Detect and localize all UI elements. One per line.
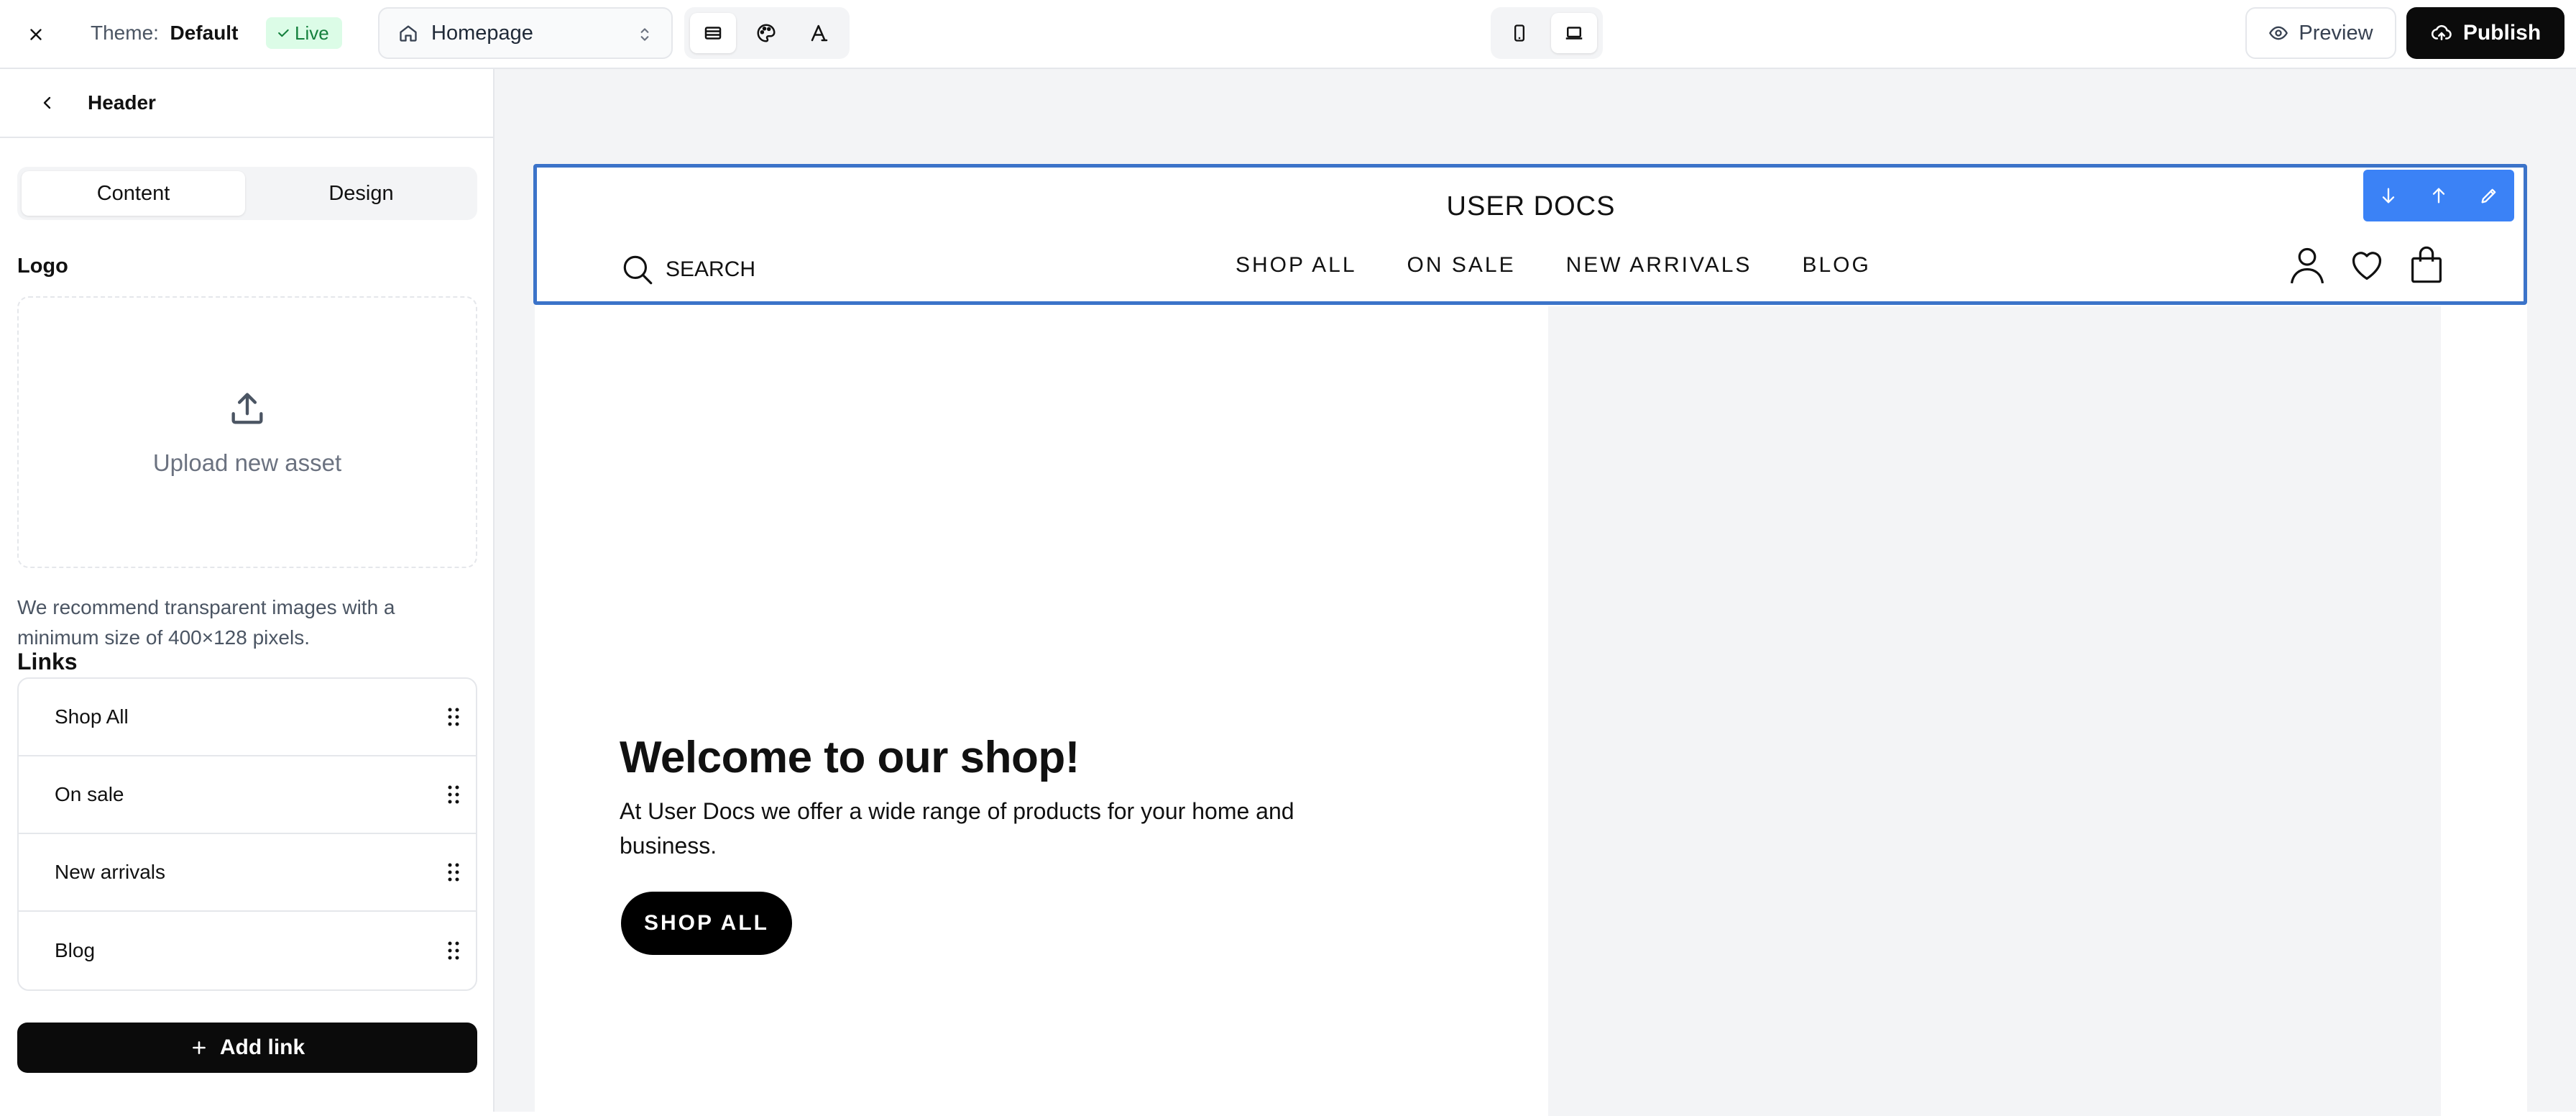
publish-button[interactable]: Publish	[2406, 7, 2564, 59]
edit-section-button[interactable]	[2467, 174, 2511, 217]
eye-icon	[2269, 26, 2288, 40]
tab-design[interactable]: Design	[249, 171, 473, 216]
live-status-badge: Live	[266, 17, 342, 49]
back-button[interactable]	[32, 87, 63, 119]
search-icon	[623, 255, 653, 285]
site-header-icons	[2288, 244, 2445, 285]
check-icon	[278, 29, 289, 37]
hero-image-placeholder	[1548, 306, 2441, 1116]
chevron-up-down-icon	[640, 28, 649, 41]
link-item[interactable]: On sale	[19, 756, 476, 834]
sidebar-header: Header	[0, 69, 493, 138]
account-icon[interactable]	[2288, 244, 2326, 285]
site-search[interactable]: SEARCH	[620, 252, 755, 288]
hero-shop-all-button[interactable]: SHOP ALL	[621, 892, 792, 955]
preview-button[interactable]: Preview	[2245, 7, 2396, 59]
theme-label: Theme: Default	[91, 22, 239, 44]
logo-section-label: Logo	[17, 255, 68, 278]
mobile-icon	[1514, 24, 1524, 42]
page-select[interactable]: Homepage	[378, 7, 673, 59]
link-item-label: On sale	[55, 783, 124, 805]
site-search-label: SEARCH	[666, 257, 756, 281]
device-toggle	[1491, 7, 1603, 59]
selection-outline	[533, 164, 2527, 305]
chevron-left-icon	[43, 96, 51, 109]
arrow-up-icon	[2432, 188, 2445, 203]
layout-icon	[704, 27, 722, 40]
move-down-button[interactable]	[2367, 174, 2410, 217]
sidebar-title: Header	[88, 91, 156, 114]
close-editor-button[interactable]	[20, 19, 52, 50]
settings-sidebar: Header Content Design Logo Upload new as…	[0, 69, 494, 1112]
content-design-tabs: Content Design	[17, 167, 477, 220]
typography-tool-button[interactable]	[796, 13, 842, 53]
cloud-upload-icon	[2431, 24, 2452, 40]
site-logo-text: USER DOCS	[1446, 191, 1616, 221]
laptop-icon	[1565, 27, 1583, 40]
add-link-button[interactable]: Add link	[17, 1023, 477, 1073]
drag-handle-icon[interactable]	[446, 784, 461, 805]
link-item-label: Shop All	[55, 705, 129, 728]
plus-icon	[192, 1041, 206, 1054]
heart-icon[interactable]	[2347, 246, 2386, 283]
site-nav-blog[interactable]: BLOG	[1802, 253, 1870, 278]
top-bar: Theme: Default Live Homepage Preview Pub…	[0, 0, 2576, 69]
bag-icon[interactable]	[2408, 244, 2445, 285]
site-nav-new-arrivals[interactable]: NEW ARRIVALS	[1566, 253, 1752, 278]
tab-content[interactable]: Content	[22, 171, 245, 216]
links-list: Shop All On sale New arrivals Blog	[17, 677, 477, 991]
site-nav-on-sale[interactable]: ON SALE	[1407, 253, 1516, 278]
sections-tool-button[interactable]	[690, 13, 736, 53]
site-nav: SHOP ALL ON SALE NEW ARRIVALS BLOG	[1236, 253, 1871, 278]
pencil-icon	[2481, 188, 2496, 203]
close-icon	[30, 29, 42, 40]
palette-icon	[757, 24, 776, 42]
links-section-label: Links	[17, 649, 78, 674]
mobile-view-button[interactable]	[1496, 13, 1542, 53]
drag-handle-icon[interactable]	[446, 940, 461, 961]
site-preview: USER DOCS SEARCH SHOP ALL ON SALE NEW AR…	[533, 164, 2527, 1116]
upload-icon	[231, 393, 263, 424]
theme-name: Default	[170, 22, 239, 44]
page-select-value: Homepage	[431, 21, 533, 45]
drag-handle-icon[interactable]	[446, 706, 461, 728]
move-up-button[interactable]	[2417, 174, 2460, 217]
upload-label: Upload new asset	[152, 449, 342, 476]
desktop-view-button[interactable]	[1551, 13, 1597, 53]
logo-upload-dropzone[interactable]: Upload new asset	[17, 296, 477, 568]
link-item[interactable]: Blog	[19, 912, 476, 989]
site-nav-shop-all[interactable]: SHOP ALL	[1236, 253, 1357, 278]
colors-tool-button[interactable]	[743, 13, 789, 53]
link-item[interactable]: New arrivals	[19, 834, 476, 912]
hero-title: Welcome to our shop!	[620, 733, 1080, 782]
preview-canvas: USER DOCS SEARCH SHOP ALL ON SALE NEW AR…	[494, 69, 2576, 1116]
editor-tool-group	[684, 7, 850, 59]
hero-subtitle: At User Docs we offer a wide range of pr…	[620, 798, 1294, 859]
link-item-label: Blog	[55, 939, 96, 961]
drag-handle-icon[interactable]	[446, 861, 461, 883]
section-toolbar	[2363, 170, 2514, 221]
logo-hint: We recommend transparent images with a m…	[17, 596, 395, 649]
arrow-down-icon	[2382, 188, 2395, 203]
home-icon	[400, 25, 417, 42]
link-item[interactable]: Shop All	[19, 679, 476, 756]
link-item-label: New arrivals	[55, 861, 166, 883]
typography-icon	[811, 24, 828, 42]
site-header-section[interactable]: USER DOCS SEARCH SHOP ALL ON SALE NEW AR…	[533, 164, 2527, 306]
